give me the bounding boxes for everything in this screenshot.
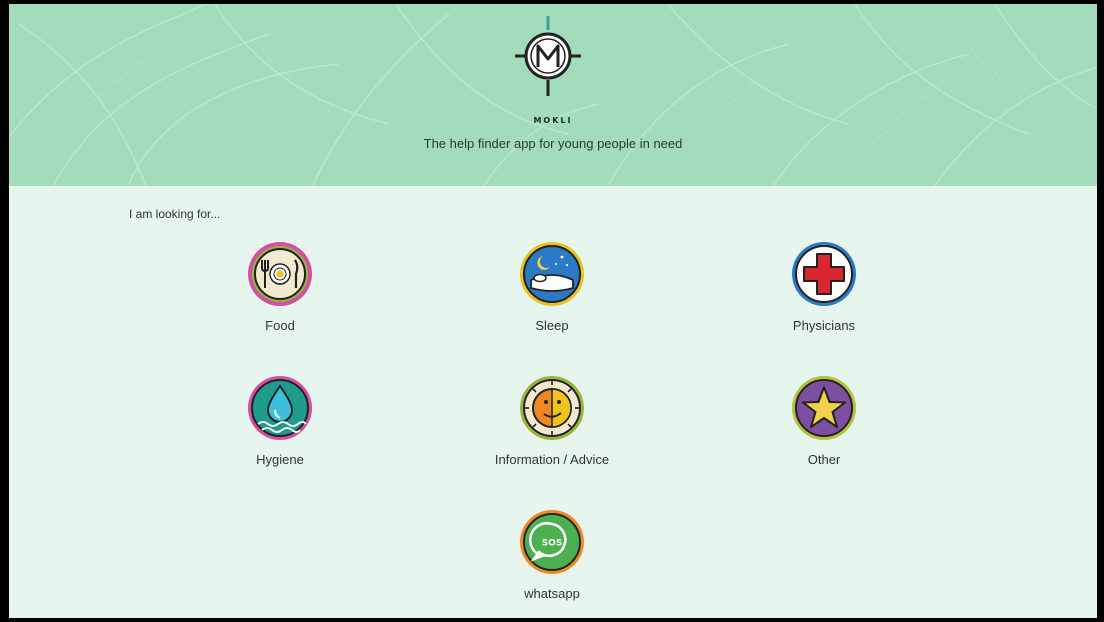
- red-cross-icon: [792, 242, 856, 306]
- category-other[interactable]: Other: [724, 374, 924, 467]
- bed-moon-icon: [520, 242, 584, 306]
- face-clock-icon: [520, 376, 584, 440]
- category-information-advice[interactable]: Information / Advice: [452, 374, 652, 467]
- category-label: Hygiene: [256, 452, 304, 467]
- category-label: Other: [807, 452, 841, 467]
- water-drop-icon: [248, 376, 312, 440]
- app-window: MOKLI The help finder app for young peop…: [9, 4, 1097, 618]
- whatsapp-sos-icon: SOS: [520, 510, 584, 574]
- category-label: Information / Advice: [494, 452, 610, 467]
- category-label: Sleep: [535, 318, 569, 333]
- category-label: Food: [265, 318, 295, 333]
- category-sleep[interactable]: Sleep: [452, 240, 652, 333]
- category-food[interactable]: Food: [180, 240, 380, 333]
- looking-for-prompt: I am looking for...: [129, 207, 221, 221]
- tagline: The help finder app for young people in …: [423, 136, 683, 151]
- category-label: Physicians: [792, 318, 856, 333]
- header-banner: MOKLI The help finder app for young peop…: [9, 4, 1097, 186]
- brand-name: MOKLI: [533, 116, 573, 125]
- category-hygiene[interactable]: Hygiene: [180, 374, 380, 467]
- star-icon: [792, 376, 856, 440]
- plate-cutlery-icon: [248, 242, 312, 306]
- category-label: whatsapp: [524, 586, 580, 601]
- category-physicians[interactable]: Physicians: [724, 240, 924, 333]
- mokli-logo-icon: [515, 16, 581, 96]
- svg-text:SOS: SOS: [542, 539, 563, 549]
- category-whatsapp[interactable]: SOS whatsapp: [452, 508, 652, 601]
